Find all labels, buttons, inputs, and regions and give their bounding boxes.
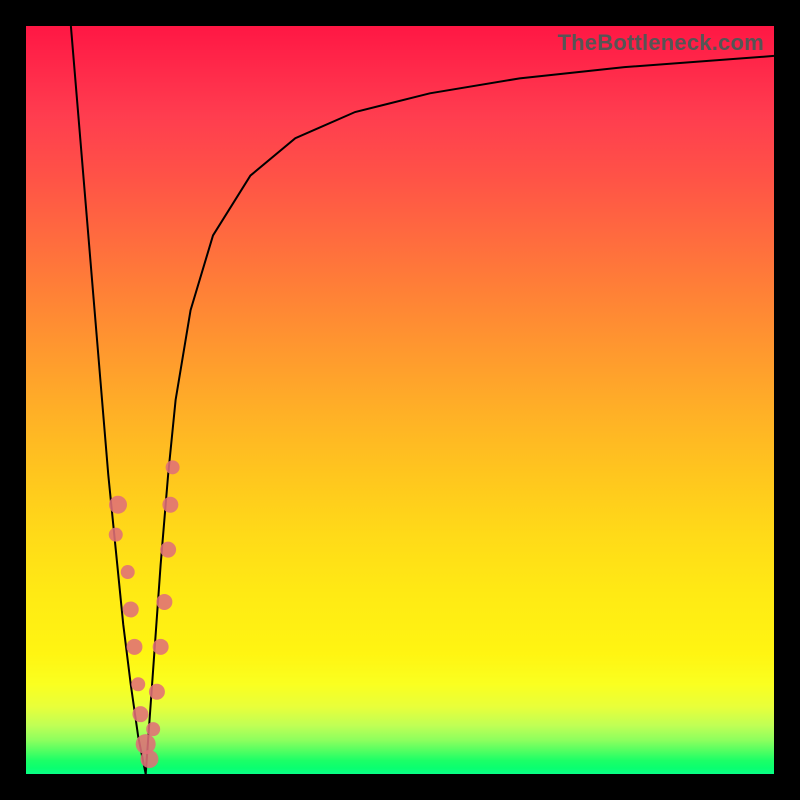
data-marker — [131, 677, 145, 691]
data-marker — [162, 497, 178, 513]
curve-layer — [26, 26, 774, 774]
data-marker — [123, 601, 139, 617]
data-marker — [166, 460, 180, 474]
data-marker — [121, 565, 135, 579]
chart-frame: TheBottleneck.com — [0, 0, 800, 800]
data-marker — [153, 639, 169, 655]
data-marker — [146, 722, 160, 736]
curve-right-branch — [146, 56, 774, 774]
data-marker — [126, 639, 142, 655]
data-marker — [156, 594, 172, 610]
data-marker — [149, 684, 165, 700]
data-marker — [109, 528, 123, 542]
plot-area: TheBottleneck.com — [26, 26, 774, 774]
watermark-text: TheBottleneck.com — [558, 30, 764, 56]
data-marker — [160, 542, 176, 558]
data-marker — [109, 496, 127, 514]
curve-left-branch — [71, 26, 146, 774]
marker-cluster — [109, 460, 180, 768]
data-marker — [140, 750, 158, 768]
data-marker — [132, 706, 148, 722]
